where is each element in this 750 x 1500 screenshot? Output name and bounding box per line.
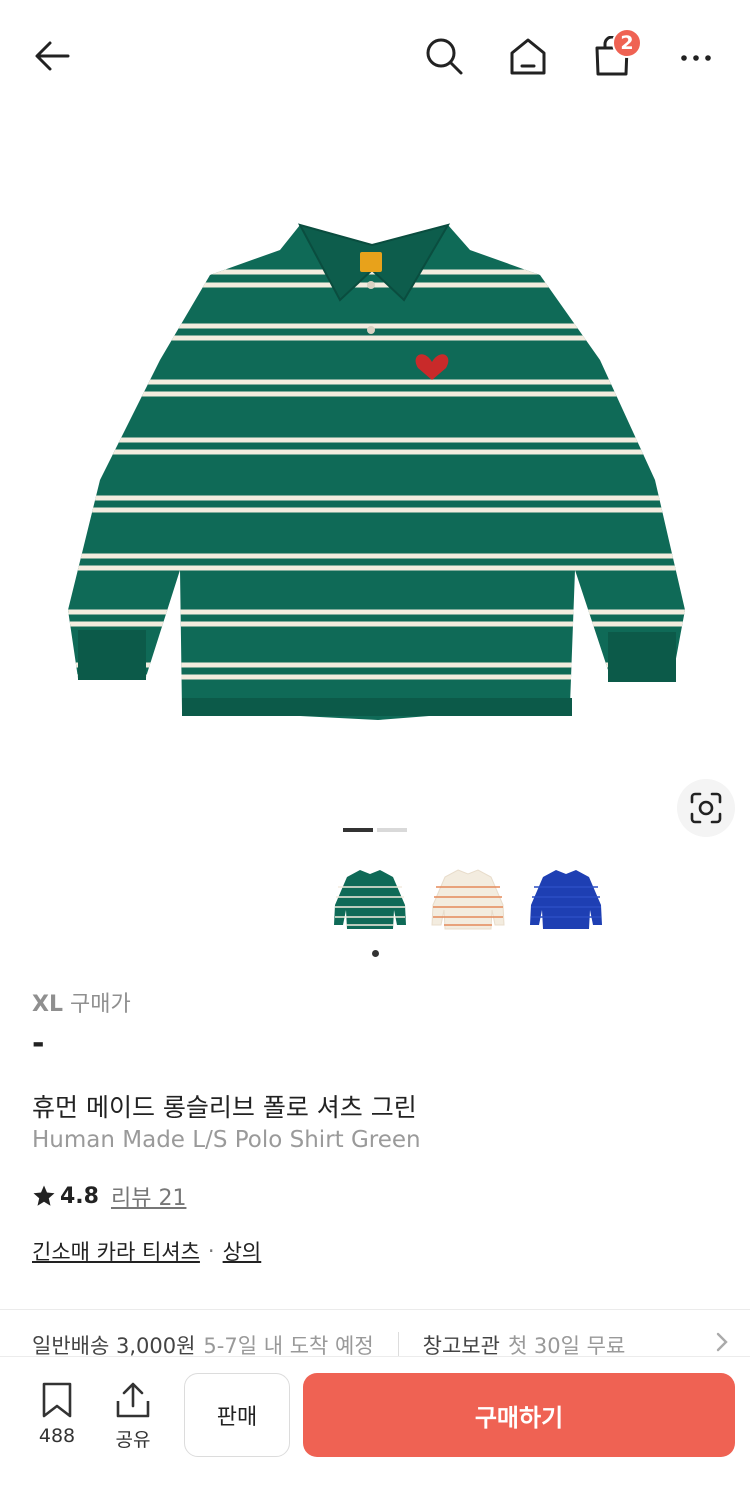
more-options-button[interactable] (670, 30, 722, 82)
chevron-right-icon (712, 1330, 732, 1359)
image-search-button[interactable] (677, 779, 735, 837)
page-indicator-inactive (377, 828, 407, 832)
color-thumbnails (330, 860, 606, 940)
category-separator: · (207, 1239, 215, 1263)
top-navigation-bar: 2 (0, 0, 750, 110)
search-button[interactable] (418, 30, 470, 82)
category-breadcrumb: 긴소매 카라 티셔츠 · 상의 (32, 1236, 261, 1266)
share-label: 공유 (115, 1429, 151, 1451)
search-icon (426, 38, 463, 75)
rating-score: 4.8 (60, 1183, 99, 1209)
gallery-page-indicator (343, 828, 407, 832)
price-caption: 구매가 (69, 992, 131, 1017)
bookmark-icon (42, 1382, 72, 1418)
cream-polo-thumb-icon (431, 869, 505, 930)
star-icon (33, 1185, 55, 1206)
save-button[interactable]: 488 (27, 1381, 87, 1447)
buy-button[interactable]: 구매하기 (303, 1373, 735, 1457)
section-divider (0, 1309, 750, 1310)
share-icon (116, 1382, 150, 1418)
home-button[interactable] (502, 30, 554, 82)
thumbnail-cream-polo[interactable] (428, 860, 508, 940)
blue-polo-thumb-icon (530, 870, 602, 929)
product-image[interactable] (0, 150, 750, 790)
category-link-tops[interactable]: 상의 (223, 1236, 262, 1266)
cart-count-badge: 2 (612, 28, 642, 58)
lens-scan-icon (690, 792, 722, 824)
more-dots-icon (681, 55, 711, 61)
page-indicator-active (343, 828, 373, 832)
home-icon (510, 38, 546, 75)
save-count: 488 (38, 1425, 76, 1447)
product-name-korean: 휴먼 메이드 롱슬리브 폴로 셔츠 그린 (32, 1093, 417, 1122)
thumbnail-blue-polo[interactable] (526, 860, 606, 940)
thumbnail-selected-dot (372, 950, 379, 957)
category-link-long-sleeve-collar[interactable]: 긴소매 카라 티셔츠 (32, 1236, 200, 1266)
shipping-divider (397, 1332, 399, 1356)
rating-row: 4.8 리뷰 21 (32, 1180, 186, 1212)
price-value: - (32, 1026, 45, 1061)
size-label: XL (32, 992, 63, 1017)
sell-button[interactable]: 판매 (184, 1373, 290, 1457)
arrow-left-icon (35, 41, 70, 71)
back-button[interactable] (26, 30, 78, 82)
green-polo-thumb-icon (334, 870, 406, 929)
thumbnail-green-polo[interactable] (330, 860, 410, 940)
price-label: XL 구매가 (32, 986, 131, 1018)
polo-shirt-image (68, 223, 685, 720)
cart-button[interactable]: 2 (586, 28, 642, 82)
review-count-link[interactable]: 리뷰 21 (111, 1180, 186, 1212)
bottom-action-bar: 488 공유 판매 구매하기 (0, 1356, 750, 1500)
product-name-english: Human Made L/S Polo Shirt Green (32, 1127, 421, 1153)
share-button[interactable]: 공유 (103, 1381, 163, 1452)
